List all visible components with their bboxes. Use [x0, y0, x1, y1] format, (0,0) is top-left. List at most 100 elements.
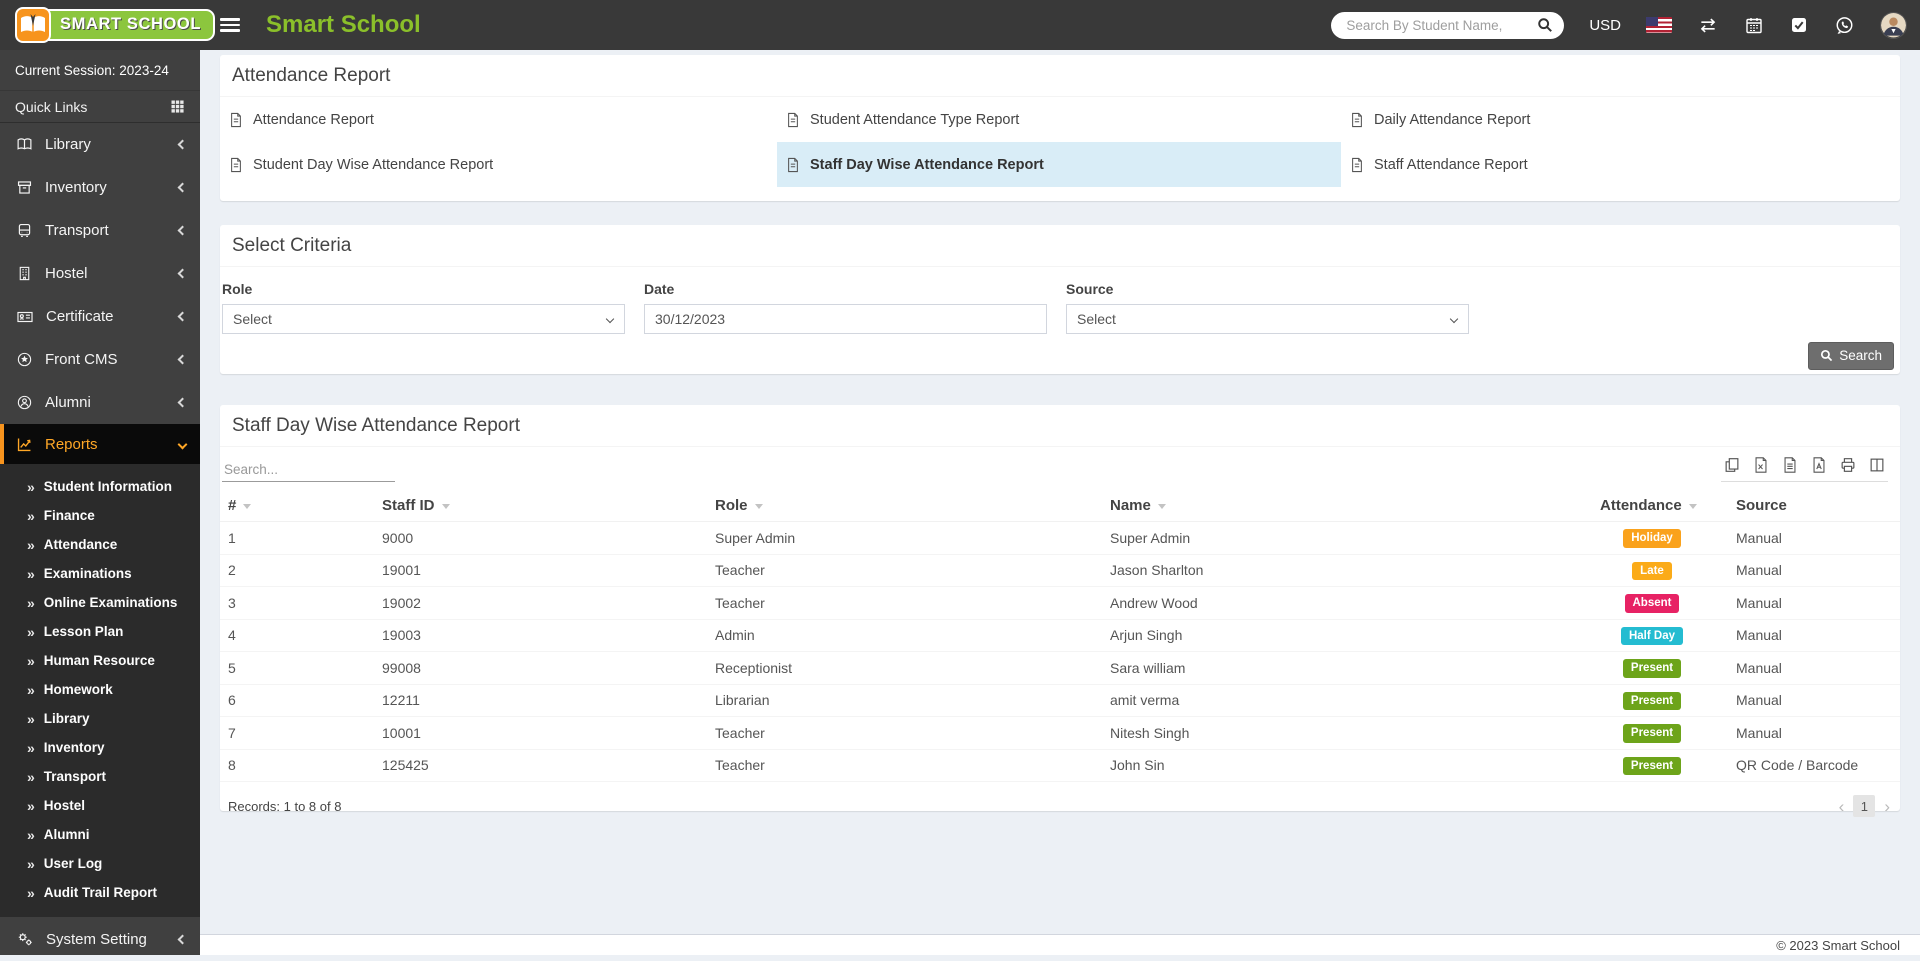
swap-arrows-icon[interactable] [1697, 16, 1719, 35]
sidebar-item-label: Hostel [45, 265, 88, 282]
submenu-item-alumni[interactable]: » Alumni [0, 820, 200, 849]
table-search-input[interactable] [222, 458, 395, 482]
sidebar-item-label: Alumni [45, 394, 91, 411]
column-header-source[interactable]: Source [1712, 492, 1900, 522]
double-chevron-icon: » [27, 594, 35, 611]
submenu-item-examinations[interactable]: » Examinations [0, 559, 200, 588]
column-header-role[interactable]: Role [707, 492, 1102, 522]
sort-caret-icon [441, 503, 450, 509]
submenu-item-library[interactable]: » Library [0, 704, 200, 733]
submenu-item-transport[interactable]: » Transport [0, 762, 200, 791]
submenu-item-student-information[interactable]: » Student Information [0, 472, 200, 501]
sidebar-item-library[interactable]: Library [0, 123, 200, 166]
column-header-attendance[interactable]: Attendance [1592, 492, 1712, 522]
grid-icon[interactable] [170, 99, 185, 114]
chevron-left-icon [177, 397, 188, 408]
chevron-left-icon [177, 139, 188, 150]
submenu-item-audit-trail-report[interactable]: » Audit Trail Report [0, 878, 200, 907]
field-role: Role Select [222, 281, 625, 334]
date-input[interactable]: 30/12/2023 [644, 304, 1047, 334]
quick-links-row[interactable]: Quick Links [0, 91, 200, 123]
cell-source: Manual [1712, 619, 1900, 652]
submenu-item-user-log[interactable]: » User Log [0, 849, 200, 878]
submenu-item-hostel[interactable]: » Hostel [0, 791, 200, 820]
whatsapp-icon[interactable] [1834, 15, 1855, 36]
sidebar-item-reports[interactable]: Reports [0, 424, 200, 464]
sidebar-item-hostel[interactable]: Hostel [0, 252, 200, 295]
task-check-icon[interactable] [1789, 15, 1809, 35]
report-link-attendance-report[interactable]: Attendance Report [220, 97, 777, 142]
top-navbar: SMART SCHOOL Smart School USD [0, 0, 1920, 50]
pagination-page-1[interactable]: 1 [1853, 795, 1876, 817]
export-toolbar [1721, 456, 1888, 482]
table-row: 1 9000 Super Admin Super Admin Holiday Manual [220, 521, 1900, 555]
chevron-down-icon [605, 314, 615, 324]
submenu-item-label: Lesson Plan [43, 624, 124, 639]
column-header-[interactable]: # [220, 492, 374, 522]
cell-name: Nitesh Singh [1102, 716, 1592, 750]
pagination-next[interactable]: › [1882, 798, 1892, 815]
source-select[interactable]: Select [1066, 304, 1469, 334]
footer: © 2023 Smart School [200, 934, 1920, 955]
sidebar-item-system-setting[interactable]: System Setting [0, 917, 200, 961]
submenu-item-inventory[interactable]: » Inventory [0, 733, 200, 762]
submenu-item-online-examinations[interactable]: » Online Examinations [0, 588, 200, 617]
cell-role: Admin [707, 619, 1102, 652]
pagination-prev[interactable]: ‹ [1837, 798, 1847, 815]
field-label: Date [644, 281, 675, 297]
submenu-item-homework[interactable]: » Homework [0, 675, 200, 704]
chevron-left-icon [177, 225, 188, 236]
sort-caret-icon [1157, 503, 1166, 509]
csv-export-icon[interactable] [1781, 456, 1799, 474]
report-link-label: Staff Attendance Report [1374, 156, 1528, 173]
calendar-icon[interactable] [1744, 15, 1764, 35]
column-header-name[interactable]: Name [1102, 492, 1592, 522]
print-icon[interactable] [1839, 456, 1857, 474]
sidebar-item-front-cms[interactable]: Front CMS [0, 338, 200, 381]
user-avatar[interactable] [1880, 11, 1907, 39]
language-flag-icon[interactable] [1646, 17, 1672, 33]
search-icon[interactable] [1537, 17, 1564, 33]
role-select[interactable]: Select [222, 304, 625, 334]
submenu-item-human-resource[interactable]: » Human Resource [0, 646, 200, 675]
pdf-export-icon[interactable] [1810, 456, 1828, 474]
excel-export-icon[interactable] [1752, 456, 1770, 474]
submenu-item-label: Student Information [43, 479, 173, 494]
criteria-title: Select Criteria [220, 225, 1900, 267]
chevron-left-icon [177, 182, 188, 193]
table-row: 6 12211 Librarian amit verma Present Manual [220, 684, 1900, 717]
cell-attendance: Present [1592, 716, 1712, 750]
column-header-staff-id[interactable]: Staff ID [374, 492, 707, 522]
sidebar-item-certificate[interactable]: Certificate [0, 295, 200, 338]
sidebar-item-alumni[interactable]: Alumni [0, 381, 200, 424]
column-visibility-icon[interactable] [1868, 456, 1886, 474]
app-logo[interactable]: SMART SCHOOL [14, 6, 216, 44]
submenu-item-attendance[interactable]: » Attendance [0, 530, 200, 559]
double-chevron-icon: » [27, 507, 35, 524]
certificate-icon [16, 308, 34, 326]
report-link-staff-day-wise-attendance-report[interactable]: Staff Day Wise Attendance Report [777, 142, 1341, 187]
cell-name: Arjun Singh [1102, 619, 1592, 652]
report-link-daily-attendance-report[interactable]: Daily Attendance Report [1341, 97, 1900, 142]
sidebar-item-transport[interactable]: Transport [0, 209, 200, 252]
submenu-item-finance[interactable]: » Finance [0, 501, 200, 530]
submenu-item-label: Attendance [43, 537, 118, 552]
table-footer: Records: 1 to 8 of 8 ‹ 1 › [220, 782, 1900, 817]
file-icon [1350, 157, 1364, 173]
report-link-staff-attendance-report[interactable]: Staff Attendance Report [1341, 142, 1900, 187]
submenu-item-lesson-plan[interactable]: » Lesson Plan [0, 617, 200, 646]
logo-book-icon [14, 6, 52, 44]
copy-icon[interactable] [1723, 456, 1741, 474]
table-row: 8 125425 Teacher John Sin Present QR Code / B… [220, 749, 1900, 782]
cell-num: 6 [220, 684, 374, 717]
student-search-input[interactable] [1331, 17, 1538, 33]
hamburger-menu-icon[interactable] [220, 15, 240, 35]
report-link-student-day-wise-attendance-report[interactable]: Student Day Wise Attendance Report [220, 142, 777, 187]
submenu-item-label: Finance [43, 508, 95, 523]
cell-staff-id: 125425 [374, 749, 707, 782]
sidebar-item-inventory[interactable]: Inventory [0, 166, 200, 209]
search-button[interactable]: Search [1808, 342, 1894, 370]
report-link-student-attendance-type-report[interactable]: Student Attendance Type Report [777, 97, 1341, 142]
currency-selector[interactable]: USD [1589, 17, 1621, 34]
double-chevron-icon: » [27, 681, 35, 698]
